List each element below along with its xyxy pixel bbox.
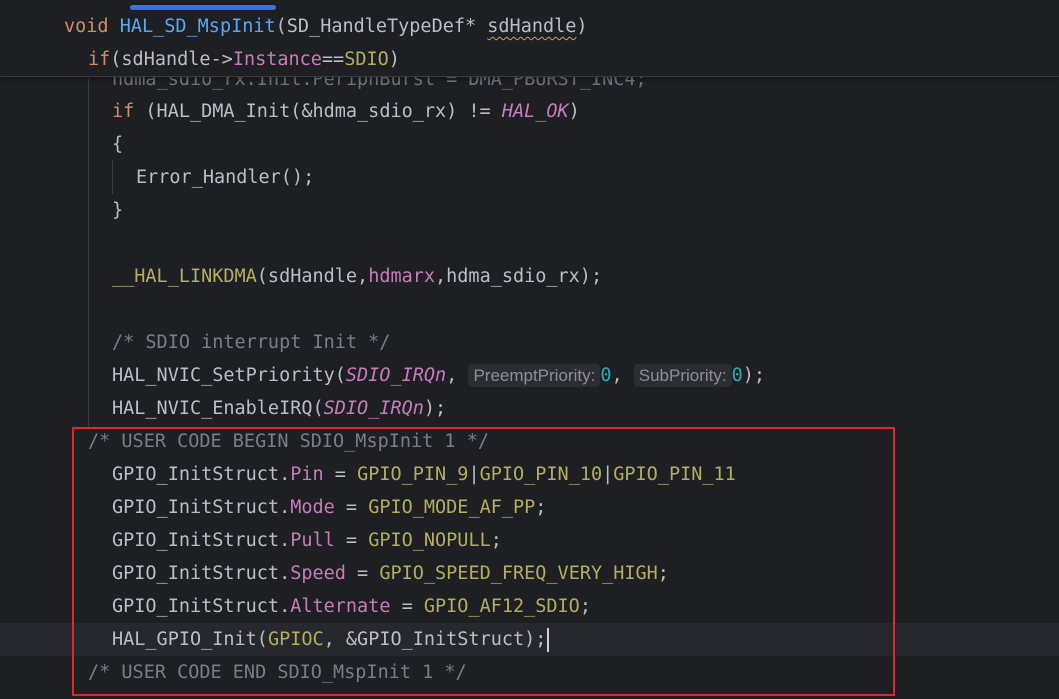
mode-field: Mode [290, 497, 335, 518]
hdmarx-field: hdmarx [368, 266, 436, 287]
close-paren: ) [576, 16, 588, 37]
enable-irq-close: ); [423, 398, 447, 419]
dma-init-call: (HAL_DMA_Init(&hdma_sdio_rx) != [134, 101, 502, 122]
instance-field: Instance [232, 49, 322, 70]
eq-op: == [321, 49, 345, 70]
keyword-void: void [64, 16, 109, 37]
code-line-close-brace[interactable]: } [112, 194, 1059, 227]
semicolon: ; [579, 596, 591, 617]
code-line-open-brace[interactable]: { [112, 128, 1059, 161]
if-open: (sdHandle-> [110, 49, 233, 70]
text-cursor [547, 628, 550, 652]
if-close-paren: ) [568, 101, 580, 122]
linkdma-macro: __HAL_LINKDMA [112, 266, 257, 287]
preempt-priority-value: 0 [600, 365, 612, 386]
close-brace: } [112, 200, 124, 221]
code-line-error-handler[interactable]: Error_Handler(); [136, 161, 1059, 194]
sdio-irqn-enum: SDIO_IRQn [323, 398, 424, 419]
assign-op: = [390, 596, 424, 617]
if-close: ) [388, 49, 400, 70]
linkdma-args-b: ,hdma_sdio_rx); [435, 266, 603, 287]
gpio-mode-af-pp: GPIO_MODE_AF_PP [368, 497, 536, 518]
sticky-scope-header[interactable]: void HAL_SD_MspInit(SD_HandleTypeDef* sd… [0, 10, 1059, 77]
sdio-macro: SDIO [344, 49, 389, 70]
sub-priority-hint: SubPriority: [633, 364, 732, 387]
enable-irq-fn: HAL_NVIC_EnableIRQ( [112, 398, 324, 419]
assign-op: = [334, 497, 369, 518]
assign-op: = [345, 563, 380, 584]
linkdma-args-a: (sdHandle, [256, 266, 369, 287]
gpio-nopull: GPIO_NOPULL [368, 530, 491, 551]
gpio-init-args: , &GPIO_InitStruct); [323, 629, 547, 650]
function-name: HAL_SD_MspInit [119, 16, 276, 37]
open-paren: ( [275, 16, 287, 37]
gpio-initstruct: GPIO_InitStruct. [112, 497, 291, 518]
code-line-enable-irq[interactable]: HAL_NVIC_EnableIRQ(SDIO_IRQn); [112, 392, 1059, 425]
gpio-speed-freq-very-high: GPIO_SPEED_FREQ_VERY_HIGH [379, 563, 658, 584]
code-line-user-code-begin[interactable]: /* USER CODE BEGIN SDIO_MspInit 1 */ [88, 425, 1059, 458]
keyword-if: if [112, 101, 135, 122]
gpio-initstruct: GPIO_InitStruct. [112, 464, 291, 485]
set-priority-fn: HAL_NVIC_SetPriority( [112, 365, 346, 386]
code-line-alternate[interactable]: GPIO_InitStruct.Alternate = GPIO_AF12_SD… [112, 590, 1059, 623]
gpio-pin-10: GPIO_PIN_10 [479, 464, 603, 485]
bitwise-or: | [602, 464, 614, 485]
semicolon: ; [535, 497, 547, 518]
pin-field: Pin [290, 464, 324, 485]
gpio-initstruct: GPIO_InitStruct. [112, 563, 291, 584]
assign-op: = [323, 464, 358, 485]
code-line-set-priority[interactable]: HAL_NVIC_SetPriority(SDIO_IRQn, PreemptP… [112, 359, 1059, 392]
irq-comment: /* SDIO interrupt Init */ [112, 332, 391, 353]
indent-guide [88, 78, 89, 428]
gpio-af12-sdio: GPIO_AF12_SDIO [423, 596, 580, 617]
code-line-pin[interactable]: GPIO_InitStruct.Pin = GPIO_PIN_9|GPIO_PI… [112, 458, 1059, 491]
code-line-dma-init-if[interactable]: if (HAL_DMA_Init(&hdma_sdio_rx) != HAL_O… [112, 95, 1059, 128]
alternate-field: Alternate [290, 596, 391, 617]
indent-guide-inner [112, 160, 113, 194]
if-instance-line[interactable]: if(sdHandle->Instance==SDIO) [88, 43, 1059, 76]
error-handler-call: Error_Handler(); [136, 167, 315, 188]
preempt-priority-hint: PreemptPriority: [468, 364, 601, 387]
comma: , [446, 365, 469, 386]
gpio-initstruct: GPIO_InitStruct. [112, 530, 291, 551]
code-line-speed[interactable]: GPIO_InitStruct.Speed = GPIO_SPEED_FREQ_… [112, 557, 1059, 590]
semicolon: ; [490, 530, 502, 551]
open-brace: { [112, 134, 124, 155]
gpioc-macro: GPIOC [267, 629, 324, 650]
sub-priority-value: 0 [731, 365, 743, 386]
comma: , [611, 365, 634, 386]
param-name: sdHandle [487, 16, 577, 37]
code-line-user-code-end[interactable]: /* USER CODE END SDIO_MspInit 1 */ [88, 656, 1059, 689]
bitwise-or: | [468, 464, 480, 485]
code-line-linkdma[interactable]: __HAL_LINKDMA(sdHandle,hdmarx,hdma_sdio_… [112, 260, 1059, 293]
gpio-init-fn: HAL_GPIO_Init( [112, 629, 268, 650]
user-code-end-comment: /* USER CODE END SDIO_MspInit 1 */ [88, 662, 467, 683]
code-line-irq-comment[interactable]: /* SDIO interrupt Init */ [112, 326, 1059, 359]
user-code-begin-comment: /* USER CODE BEGIN SDIO_MspInit 1 */ [88, 431, 489, 452]
code-line-mode[interactable]: GPIO_InitStruct.Mode = GPIO_MODE_AF_PP; [112, 491, 1059, 524]
keyword-if: if [88, 49, 111, 70]
speed-field: Speed [290, 563, 346, 584]
pull-field: Pull [290, 530, 335, 551]
assign-op: = [334, 530, 369, 551]
gpio-initstruct: GPIO_InitStruct. [112, 596, 291, 617]
set-priority-close: ); [742, 365, 766, 386]
param-type: SD_HandleTypeDef* [286, 16, 477, 37]
semicolon: ; [657, 563, 669, 584]
code-editor[interactable]: void HAL_SD_MspInit(SD_HandleTypeDef* sd… [0, 0, 1059, 699]
gpio-pin-11: GPIO_PIN_11 [613, 464, 736, 485]
hal-ok-enum: HAL_OK [501, 101, 569, 122]
gpio-pin-9: GPIO_PIN_9 [357, 464, 469, 485]
code-line-pull[interactable]: GPIO_InitStruct.Pull = GPIO_NOPULL; [112, 524, 1059, 557]
function-signature-line[interactable]: void HAL_SD_MspInit(SD_HandleTypeDef* sd… [64, 10, 1059, 43]
sdio-irqn-enum: SDIO_IRQn [345, 365, 447, 386]
code-line-gpio-init[interactable]: HAL_GPIO_Init(GPIOC, &GPIO_InitStruct); [112, 623, 1059, 656]
